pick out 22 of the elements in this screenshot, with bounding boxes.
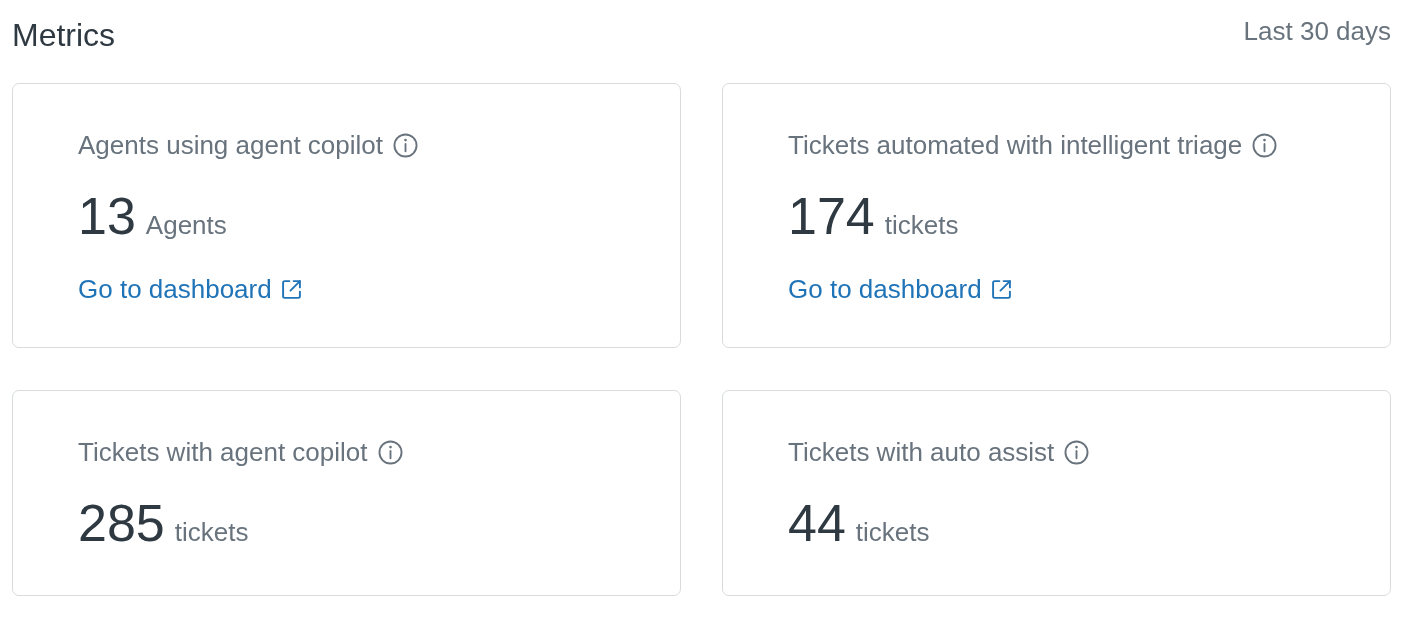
metric-unit: tickets <box>174 516 249 548</box>
external-link-icon <box>280 278 302 300</box>
metric-label: Tickets automated with intelligent triage <box>788 129 1243 161</box>
metric-label: Tickets with agent copilot <box>78 436 368 468</box>
metric-unit: tickets <box>855 516 930 548</box>
metric-value: 44 <box>788 493 846 553</box>
info-icon[interactable] <box>393 132 418 158</box>
metric-value: 13 <box>78 186 136 246</box>
metric-unit: tickets <box>884 209 959 241</box>
metric-label: Tickets with auto assist <box>788 436 1055 468</box>
metric-value: 285 <box>78 493 165 553</box>
info-icon[interactable] <box>377 439 403 465</box>
metric-unit: Agents <box>145 209 227 241</box>
dashboard-link[interactable]: Go to dashboard <box>788 273 1012 305</box>
metric-label: Agents using agent copilot <box>78 129 383 161</box>
info-icon[interactable] <box>1064 439 1090 465</box>
info-icon[interactable] <box>1252 132 1278 158</box>
section-title: Metrics <box>12 16 116 55</box>
metric-value: 174 <box>788 186 875 246</box>
period-label: Last 30 days <box>1243 15 1391 47</box>
external-link-icon <box>990 278 1012 300</box>
dashboard-link[interactable]: Go to dashboard <box>78 273 302 305</box>
